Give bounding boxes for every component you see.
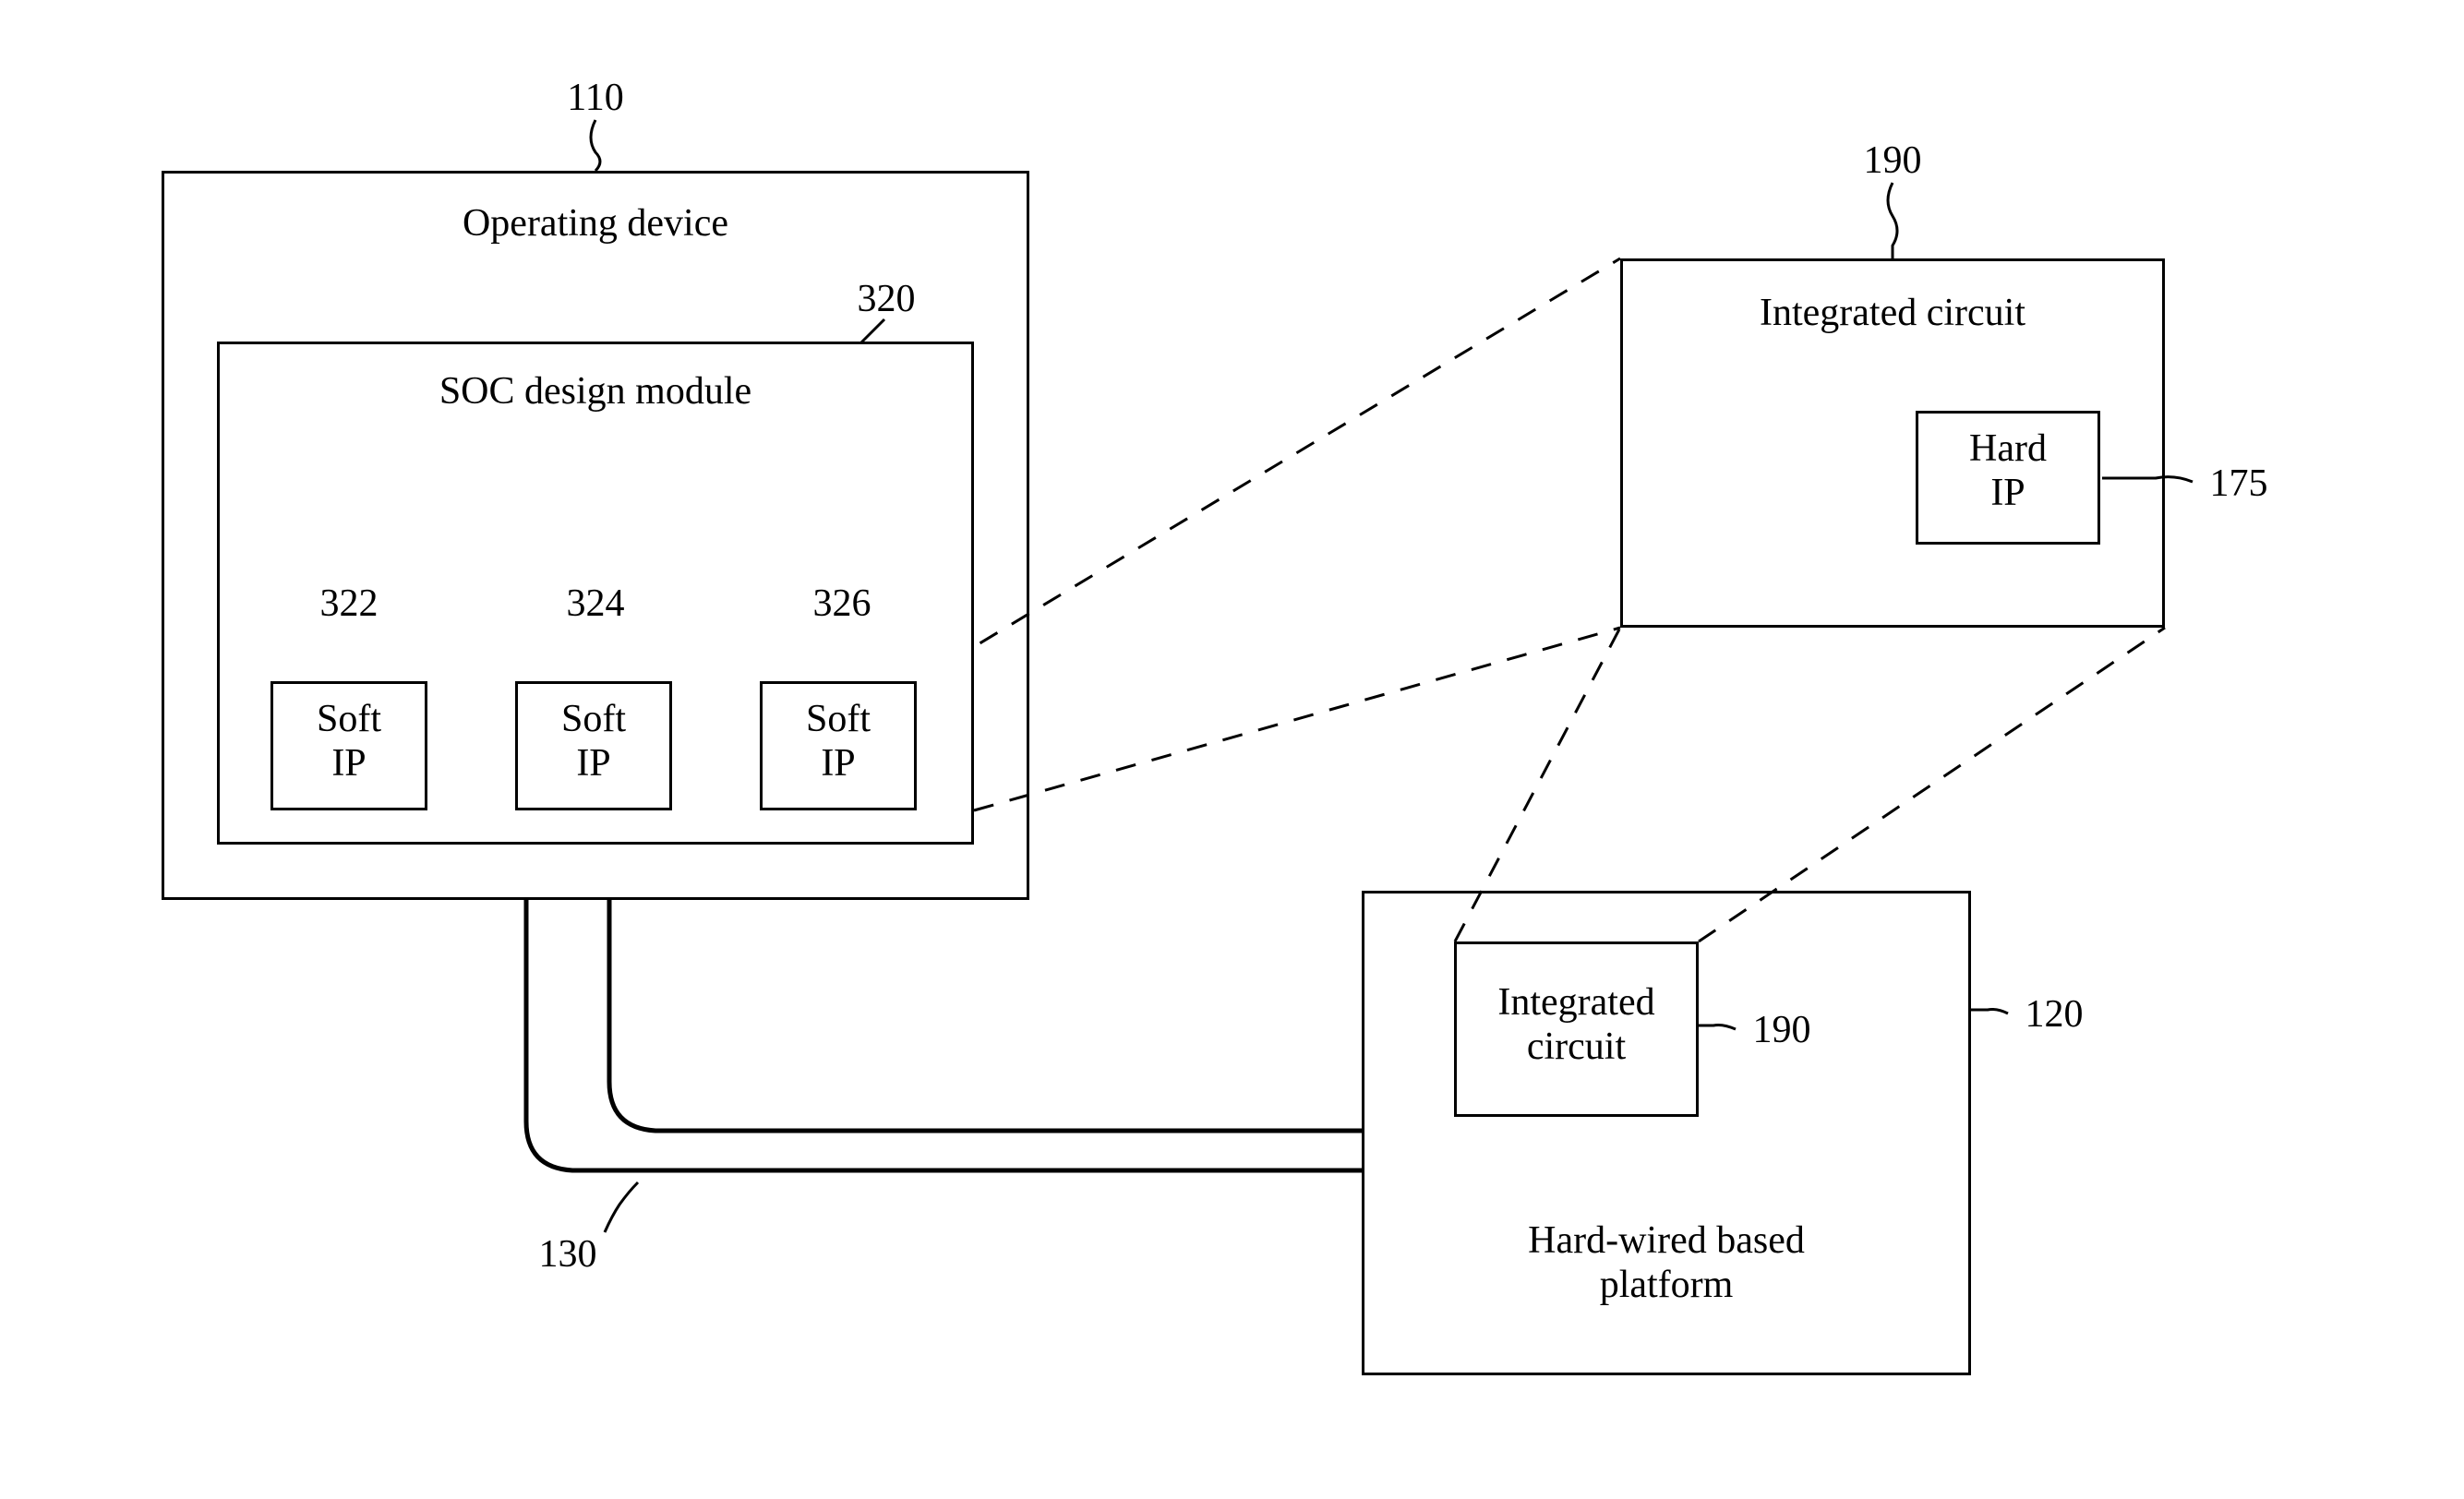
- ref-190-inner: 190: [1736, 1008, 1828, 1052]
- platform-title: Hard-wired based platform: [1362, 1218, 1971, 1308]
- hard-ip-label: Hard IP: [1916, 426, 2100, 516]
- operating-device-title: Operating device: [162, 201, 1029, 246]
- ref-324: 324: [549, 582, 642, 626]
- ref-322: 322: [303, 582, 395, 626]
- soft-ip-2-label: Soft IP: [515, 697, 672, 786]
- ref-190-top: 190: [1846, 138, 1939, 183]
- ref-110: 110: [549, 76, 642, 120]
- soc-module-title: SOC design module: [217, 369, 974, 414]
- ref-326: 326: [796, 582, 888, 626]
- ic-top-title: Integrated circuit: [1620, 291, 2165, 335]
- soft-ip-1-label: Soft IP: [270, 697, 427, 786]
- ic-inner-label: Integrated circuit: [1454, 980, 1699, 1070]
- ref-175: 175: [2193, 462, 2285, 506]
- ref-120: 120: [2008, 992, 2100, 1037]
- soft-ip-3-label: Soft IP: [760, 697, 917, 786]
- ref-320: 320: [840, 277, 932, 321]
- ref-130: 130: [522, 1232, 614, 1277]
